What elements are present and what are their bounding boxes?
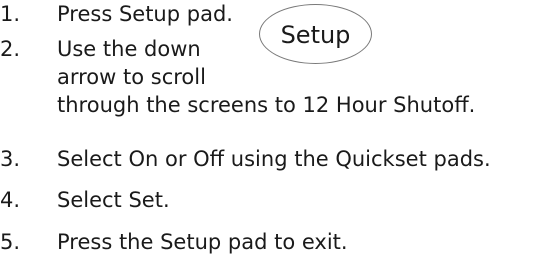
- step-text-line: arrow to scroll: [57, 65, 206, 89]
- step-text-line: Select On or Off using the Quickset pads…: [57, 147, 491, 171]
- step-text: Press the Setup pad to exit.: [57, 228, 348, 256]
- setup-pad-label: Setup: [280, 21, 351, 49]
- step-text: Press Setup pad.: [57, 0, 233, 28]
- step-text: Select Set.: [57, 186, 170, 214]
- step-number: 1.: [0, 2, 21, 26]
- step-text-line: Press the Setup pad to exit.: [57, 230, 348, 254]
- setup-pad-illustration: Setup: [259, 4, 372, 64]
- step-number: 4.: [0, 188, 21, 212]
- step-number: 2.: [0, 37, 21, 61]
- step-text: Select On or Off using the Quickset pads…: [57, 145, 491, 173]
- step-text-line: Select Set.: [57, 188, 170, 212]
- step-number: 3.: [0, 147, 21, 171]
- step-number: 5.: [0, 230, 21, 254]
- step-text-line: through the screens to 12 Hour Shutoff.: [57, 93, 476, 117]
- step-text-line: Press Setup pad.: [57, 2, 233, 26]
